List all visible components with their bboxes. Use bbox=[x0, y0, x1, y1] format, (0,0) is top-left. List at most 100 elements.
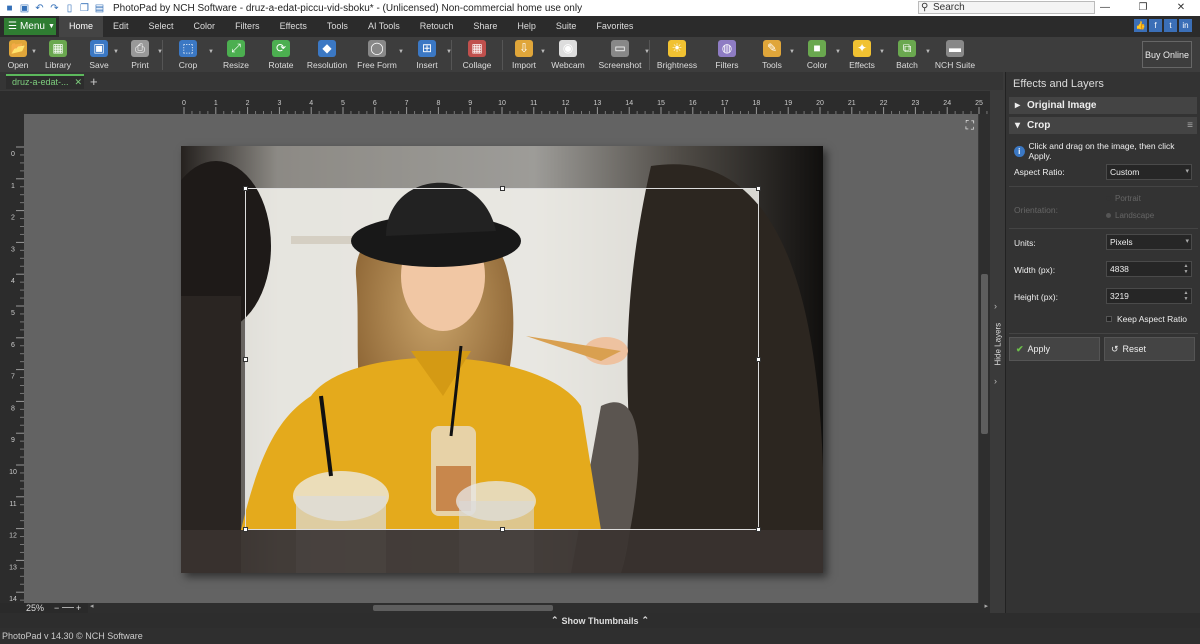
crop-handle-top-right[interactable] bbox=[756, 186, 761, 191]
scroll-right-icon[interactable]: ▸ bbox=[984, 602, 988, 610]
resize-button[interactable]: ⤢ Resize bbox=[213, 37, 259, 72]
search-input[interactable]: ⚲ Search bbox=[918, 1, 1095, 14]
crop-section-header[interactable]: ▾ Crop ≡ bbox=[1009, 117, 1197, 134]
linkedin-icon[interactable]: in bbox=[1179, 19, 1192, 32]
save-icon[interactable]: ▣ bbox=[19, 3, 30, 14]
redo-icon[interactable]: ↷ bbox=[49, 3, 60, 14]
nch-suite-button[interactable]: ▬ NCH Suite bbox=[930, 37, 980, 72]
show-thumbnails-label[interactable]: Show Thumbnails bbox=[561, 616, 638, 626]
menu-tab-select[interactable]: Select bbox=[139, 16, 184, 37]
chevron-right-icon[interactable]: › bbox=[994, 376, 997, 386]
document-tab[interactable]: druz-a-edat-... ✕ bbox=[6, 73, 84, 89]
original-image-section[interactable]: ▸ Original Image bbox=[1009, 97, 1197, 114]
units-select[interactable]: Pixels ▾ bbox=[1106, 234, 1192, 250]
menu-tab-edit[interactable]: Edit bbox=[103, 16, 139, 37]
horizontal-scroll-thumb[interactable] bbox=[373, 605, 553, 611]
effects-button[interactable]: ✦ Effects ▼ bbox=[840, 37, 885, 72]
chevron-right-icon[interactable]: › bbox=[994, 301, 997, 311]
menu-tab-retouch[interactable]: Retouch bbox=[410, 16, 464, 37]
keep-aspect-checkbox[interactable]: Keep Aspect Ratio bbox=[1106, 314, 1187, 324]
crop-handle-bottom[interactable] bbox=[500, 527, 505, 532]
free-form-button[interactable]: ◯ Free Form ▼ bbox=[351, 37, 404, 72]
brightness-button[interactable]: ☀ Brightness bbox=[650, 37, 704, 72]
minimize-button[interactable]: — bbox=[1086, 0, 1124, 16]
twitter-icon[interactable]: t bbox=[1164, 19, 1177, 32]
import-button[interactable]: ⇩ Import ▼ bbox=[503, 37, 546, 72]
insert-button[interactable]: ⊞ Insert ▼ bbox=[403, 37, 452, 72]
horizontal-scrollbar[interactable]: ◂ ▸ bbox=[88, 603, 990, 613]
screenshot-button[interactable]: ▭ Screenshot ▼ bbox=[591, 37, 650, 72]
menu-button[interactable]: ☰ Menu ▼ bbox=[4, 18, 56, 35]
crop-handle-right[interactable] bbox=[756, 357, 761, 362]
menu-tab-tools[interactable]: Tools bbox=[317, 16, 358, 37]
copy-icon[interactable]: ❐ bbox=[79, 3, 90, 14]
zoom-out-button[interactable]: − bbox=[54, 603, 59, 613]
tools-button[interactable]: ✎ Tools ▼ bbox=[750, 37, 795, 72]
save-button[interactable]: ▣ Save ▼ bbox=[80, 37, 119, 72]
reset-button[interactable]: ↺ Reset bbox=[1104, 337, 1195, 361]
menu-tab-ai-tools[interactable]: AI Tools bbox=[358, 16, 410, 37]
new-file-icon[interactable]: ▯ bbox=[64, 3, 75, 14]
crop-info: i Click and drag on the image, then clic… bbox=[1006, 137, 1200, 165]
crop-handle-bottom-right[interactable] bbox=[756, 527, 761, 532]
library-button[interactable]: ▦ Library bbox=[36, 37, 80, 72]
ribbon-label: Print bbox=[131, 60, 149, 70]
vertical-scrollbar[interactable] bbox=[979, 114, 990, 603]
open-button[interactable]: 📂 Open ▼ bbox=[0, 37, 37, 72]
vertical-scroll-thumb[interactable] bbox=[981, 274, 988, 434]
batch-button[interactable]: ⧉ Batch ▼ bbox=[884, 37, 931, 72]
hide-layers-strip[interactable]: › Hide Layers › bbox=[991, 91, 1005, 613]
reset-label: Reset bbox=[1122, 344, 1147, 354]
aspect-ratio-select[interactable]: Custom ▾ bbox=[1106, 164, 1192, 180]
crop-handle-top[interactable] bbox=[500, 186, 505, 191]
print-button[interactable]: ⎙ Print ▼ bbox=[118, 37, 163, 72]
new-tab-button[interactable]: + bbox=[90, 74, 98, 89]
scroll-left-icon[interactable]: ◂ bbox=[90, 602, 94, 610]
vertical-ruler: 01234567891011121314 bbox=[0, 140, 24, 605]
menu-tab-effects[interactable]: Effects bbox=[270, 16, 317, 37]
landscape-radio[interactable]: Landscape bbox=[1106, 211, 1154, 220]
height-input[interactable]: 3219 ▲ ▼ bbox=[1106, 288, 1192, 304]
zoom-in-button[interactable]: + bbox=[76, 603, 81, 613]
menu-tab-help[interactable]: Help bbox=[507, 16, 546, 37]
height-stepper[interactable]: ▲ ▼ bbox=[1182, 290, 1190, 302]
crop-handle-left[interactable] bbox=[243, 357, 248, 362]
maximize-button[interactable]: ❐ bbox=[1124, 0, 1162, 16]
buy-online-button[interactable]: Buy Online bbox=[1142, 41, 1192, 68]
paste-icon[interactable]: ▤ bbox=[94, 3, 105, 14]
show-thumbnails-bar[interactable]: ⌃ Show Thumbnails ⌃ bbox=[0, 613, 1200, 628]
menu-tab-suite[interactable]: Suite bbox=[546, 16, 587, 37]
collage-button[interactable]: ▦ Collage bbox=[452, 37, 502, 72]
width-stepper[interactable]: ▲ ▼ bbox=[1182, 263, 1190, 275]
menu-tab-filters[interactable]: Filters bbox=[225, 16, 270, 37]
crop-handle-top-left[interactable] bbox=[243, 186, 248, 191]
like-icon[interactable]: 👍 bbox=[1134, 19, 1147, 32]
color-button[interactable]: ■ Color ▼ bbox=[794, 37, 841, 72]
menu-tab-color[interactable]: Color bbox=[184, 16, 226, 37]
ribbon-label: Free Form bbox=[357, 60, 397, 70]
close-button[interactable]: ✕ bbox=[1162, 0, 1200, 16]
menu-tab-home[interactable]: Home bbox=[59, 16, 104, 37]
resolution-button[interactable]: ◆ Resolution bbox=[303, 37, 351, 72]
rotate-button[interactable]: ⟳ Rotate bbox=[259, 37, 303, 72]
crop-selection[interactable] bbox=[243, 186, 761, 532]
divider bbox=[1009, 333, 1198, 334]
facebook-icon[interactable]: f bbox=[1149, 19, 1162, 32]
title-bar: ■ ▣ ↶ ↷ ▯ ❐ ▤ PhotoPad by NCH Software -… bbox=[0, 0, 1200, 16]
portrait-radio[interactable]: Portrait bbox=[1106, 194, 1141, 203]
apply-button[interactable]: ✔ Apply bbox=[1009, 337, 1100, 361]
crop-handle-bottom-left[interactable] bbox=[243, 527, 248, 532]
crop-button[interactable]: ⬚ Crop ▼ bbox=[163, 37, 214, 72]
menu-tab-share[interactable]: Share bbox=[463, 16, 507, 37]
hide-layers-label[interactable]: Hide Layers bbox=[994, 316, 1003, 366]
webcam-button[interactable]: ◉ Webcam bbox=[545, 37, 591, 72]
fullscreen-icon[interactable]: ⛶ bbox=[966, 118, 974, 133]
width-input[interactable]: 4838 ▲ ▼ bbox=[1106, 261, 1192, 277]
zoom-slider[interactable] bbox=[62, 607, 74, 608]
grip-icon[interactable]: ≡ bbox=[1187, 120, 1193, 131]
filters-button[interactable]: ◍ Filters bbox=[704, 37, 750, 72]
close-tab-icon[interactable]: ✕ bbox=[75, 77, 83, 88]
menu-tab-favorites[interactable]: Favorites bbox=[586, 16, 643, 37]
ruler-label: 21 bbox=[848, 100, 856, 107]
undo-icon[interactable]: ↶ bbox=[34, 3, 45, 14]
